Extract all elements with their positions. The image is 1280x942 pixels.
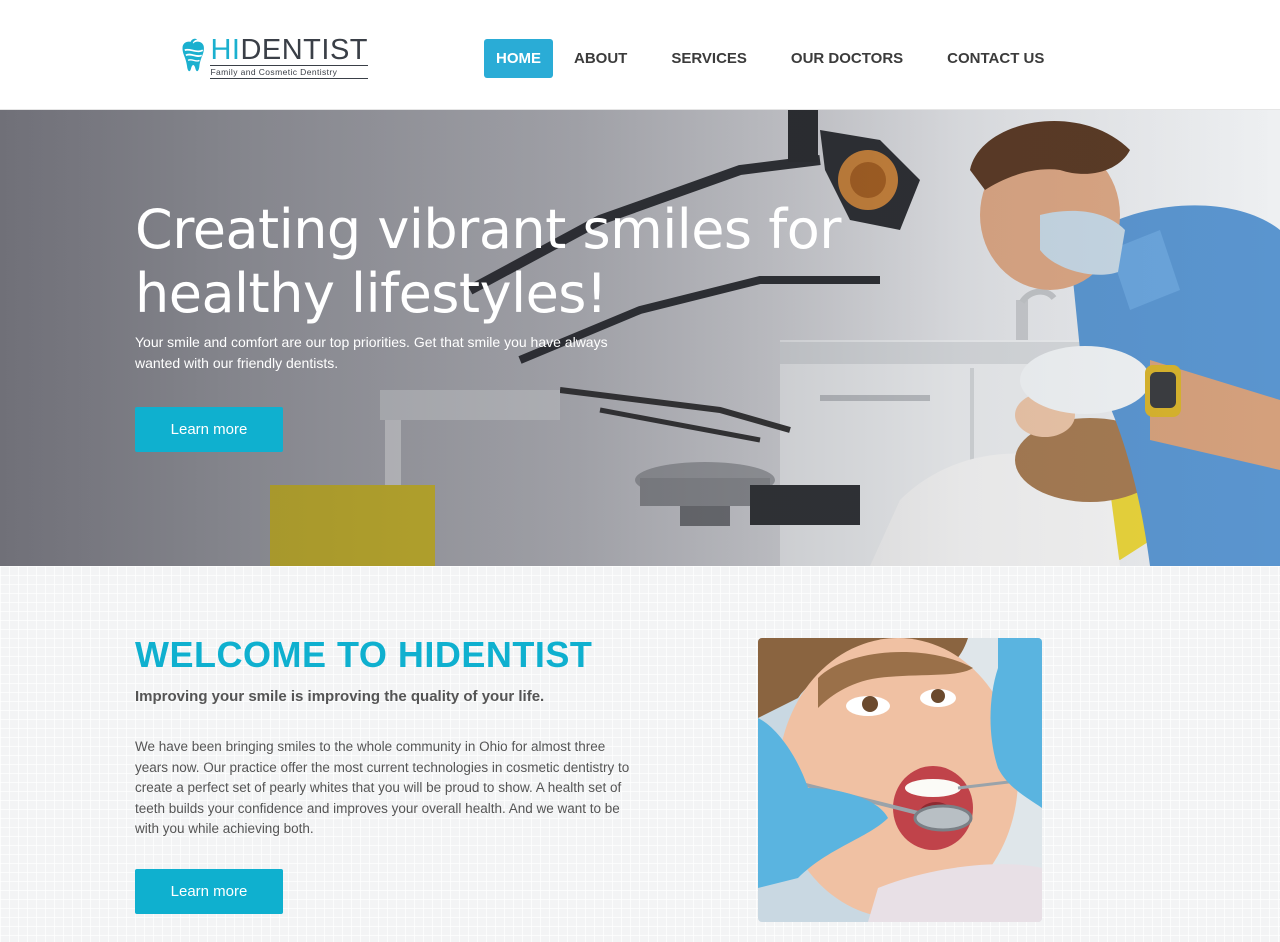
welcome-body: We have been bringing smiles to the whol… — [135, 739, 630, 837]
brand-logo[interactable]: HIDENTIST Family and Cosmetic Dentistry — [178, 22, 368, 92]
child-dental-checkup-photo — [758, 638, 1042, 922]
brand-tagline: Family and Cosmetic Dentistry — [210, 65, 368, 79]
hero-section: Creating vibrant smiles for healthy life… — [0, 110, 1280, 566]
welcome-title: WELCOME TO HIDENTIST — [135, 634, 593, 675]
hero-text: Your smile and comfort are our top prior… — [135, 334, 608, 371]
tooth-icon — [182, 38, 204, 72]
welcome-section: WELCOME TO HIDENTIST Improving your smil… — [0, 566, 1280, 942]
site-header: HIDENTIST Family and Cosmetic Dentistry … — [0, 0, 1280, 110]
hero-learn-more-button[interactable]: Learn more — [135, 407, 283, 452]
brand-name-hi: HI — [210, 34, 241, 66]
brand-wordmark: HIDENTIST Family and Cosmetic Dentistry — [210, 35, 368, 79]
nav-item-contact-us[interactable]: CONTACT US — [935, 39, 1056, 78]
brand-name: HIDENTIST — [210, 35, 368, 65]
welcome-subtitle: Improving your smile is improving the qu… — [135, 688, 545, 705]
hero-title: Creating vibrant smiles for healthy life… — [135, 198, 841, 325]
main-nav: HOME ABOUT SERVICES OUR DOCTORS CONTACT … — [484, 39, 1076, 78]
nav-item-about[interactable]: ABOUT — [562, 39, 639, 78]
nav-item-services[interactable]: SERVICES — [659, 39, 759, 78]
nav-item-our-doctors[interactable]: OUR DOCTORS — [779, 39, 915, 78]
brand-name-rest: DENTIST — [240, 34, 368, 66]
nav-item-home[interactable]: HOME — [484, 39, 553, 78]
welcome-learn-more-button[interactable]: Learn more — [135, 869, 283, 914]
